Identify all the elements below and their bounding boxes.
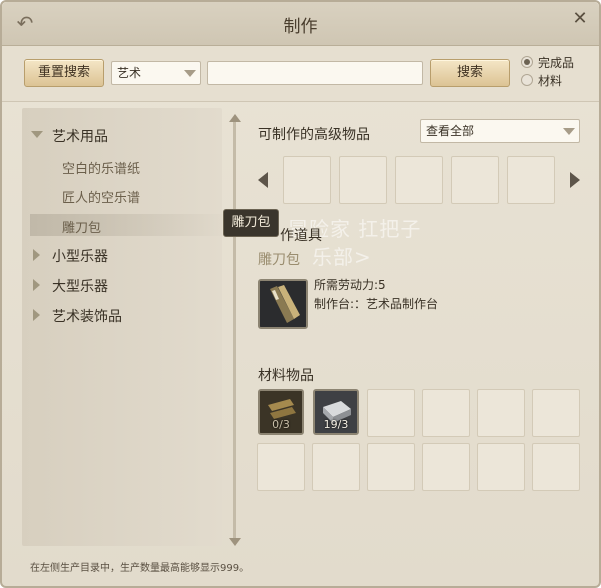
chevron-down-icon xyxy=(563,128,575,135)
material-slot[interactable] xyxy=(532,443,580,491)
advanced-item-slot[interactable] xyxy=(339,156,387,204)
carousel-next-icon[interactable] xyxy=(570,172,580,188)
tree-group-large-instruments[interactable]: 大型乐器 xyxy=(52,276,108,296)
tree-group-art-supplies[interactable]: 艺术用品 xyxy=(52,126,108,146)
radio-finished-product-label: 完成品 xyxy=(538,56,575,70)
advanced-item-slot[interactable] xyxy=(395,156,443,204)
crafting-station-text: 制作台:：艺术品制作台 xyxy=(314,297,439,311)
scroll-down-icon[interactable] xyxy=(229,538,241,546)
expand-right-icon[interactable] xyxy=(33,309,40,321)
material-slot[interactable] xyxy=(257,443,305,491)
selected-row-highlight xyxy=(30,214,230,236)
expand-right-icon[interactable] xyxy=(33,249,40,261)
search-input[interactable] xyxy=(207,61,423,85)
materials-title: 材料物品 xyxy=(258,368,314,384)
material-slot[interactable] xyxy=(422,443,470,491)
craft-item-section-title: 作道具 xyxy=(280,228,322,244)
carving-kit-icon[interactable] xyxy=(258,279,308,329)
watermark-line-2: 乐部> xyxy=(312,245,372,269)
material-slot[interactable] xyxy=(367,443,415,491)
wood-plank-icon[interactable]: 0/3 xyxy=(258,389,304,435)
material-slot[interactable] xyxy=(532,389,580,437)
advanced-item-slot[interactable] xyxy=(451,156,499,204)
close-icon[interactable]: ✕ xyxy=(569,8,591,30)
search-button[interactable]: 搜索 xyxy=(430,59,510,87)
iron-ingot-icon[interactable]: 19/3 xyxy=(313,389,359,435)
tree-item-craftsman-sheet[interactable]: 匠人的空乐谱 xyxy=(62,187,140,206)
scrollbar-track[interactable] xyxy=(233,122,236,542)
category-select-value: 艺术 xyxy=(117,66,142,80)
window-title: 制作 xyxy=(283,17,318,37)
material-slot[interactable] xyxy=(422,389,470,437)
tree-item-blank-sheet[interactable]: 空白的乐谱纸 xyxy=(62,158,140,177)
labor-required-text: 所需劳动力:5 xyxy=(314,278,386,292)
advanced-item-slot[interactable] xyxy=(507,156,555,204)
advanced-item-slot[interactable] xyxy=(283,156,331,204)
carousel-prev-icon[interactable] xyxy=(258,172,268,188)
radio-material-label: 材料 xyxy=(538,74,563,88)
radio-material[interactable] xyxy=(521,74,533,86)
footer-hint: 在左侧生产目录中，生产数量最高能够显示999。 xyxy=(30,563,250,574)
material-count: 0/3 xyxy=(272,418,290,431)
advanced-items-title: 可制作的高级物品 xyxy=(258,127,370,143)
tooltip: 雕刀包 xyxy=(223,209,279,237)
expand-right-icon[interactable] xyxy=(33,279,40,291)
tree-item-carving-kit[interactable]: 雕刀包 xyxy=(62,217,101,236)
craft-item-name: 雕刀包 xyxy=(258,252,300,268)
tree-group-small-instruments[interactable]: 小型乐器 xyxy=(52,246,108,266)
material-slot[interactable] xyxy=(312,443,360,491)
reset-search-button[interactable]: 重置搜索 xyxy=(24,59,104,87)
radio-finished-product[interactable] xyxy=(521,56,533,68)
scroll-up-icon[interactable] xyxy=(229,114,241,122)
title-bar: ↶ 制作 ✕ xyxy=(2,2,599,46)
expand-down-icon[interactable] xyxy=(31,131,43,138)
material-slot[interactable] xyxy=(477,443,525,491)
tree-group-art-decorations[interactable]: 艺术装饰品 xyxy=(52,306,122,326)
material-slot[interactable] xyxy=(367,389,415,437)
material-slot[interactable] xyxy=(477,389,525,437)
category-select[interactable]: 艺术 xyxy=(111,61,201,85)
view-all-select-value: 查看全部 xyxy=(426,124,475,138)
view-all-select[interactable]: 查看全部 xyxy=(420,119,580,143)
material-count: 19/3 xyxy=(323,418,349,431)
chevron-down-icon xyxy=(184,70,196,77)
